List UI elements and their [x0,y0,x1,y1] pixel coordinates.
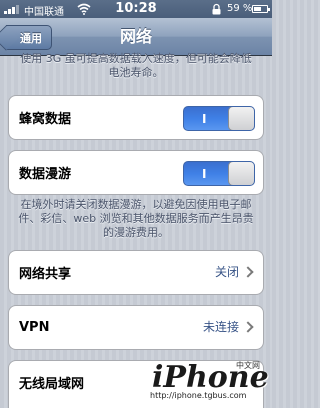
roaming-note: 在境外时请关闭数据漫游，以避免因使用电子邮件、彩信、web 浏览和其他数据服务而… [18,198,254,239]
tethering-row[interactable]: 网络共享 关闭 [9,251,263,294]
rotation-lock-icon [212,3,221,15]
battery-percentage: 59 % [227,3,253,14]
back-button-label: 通用 [20,31,42,45]
chevron-right-icon [242,266,254,278]
data-roaming-toggle[interactable]: I [183,161,255,186]
tethering-value: 关闭 [214,265,239,279]
cellular-data-row: 蜂窝数据 I [9,96,263,139]
battery-icon [252,5,270,13]
cellular-data-group: 蜂窝数据 I [8,95,264,140]
toggle-on-indicator: I [202,167,207,181]
navigation-bar: 网络 通用 [0,18,272,56]
wifi-row[interactable]: 无线局域网 [9,361,263,404]
data-roaming-label: 数据漫游 [19,167,72,182]
toggle-knob [228,162,254,185]
tethering-group: 网络共享 关闭 [8,250,264,295]
data-roaming-row: 数据漫游 I [9,151,263,194]
chevron-right-icon [242,321,254,333]
vpn-value: 未连接 [202,320,239,334]
vpn-row[interactable]: VPN 未连接 [9,306,263,349]
wifi-label: 无线局域网 [19,377,85,392]
toggle-on-indicator: I [202,112,207,126]
vpn-group: VPN 未连接 [8,305,264,350]
3g-note: 使用 3G 虽可提高数据载入速度，但可能会降低电池寿命。 [20,52,252,79]
vpn-label: VPN [19,320,50,335]
toggle-knob [228,107,254,130]
data-roaming-group: 数据漫游 I [8,150,264,195]
tethering-label: 网络共享 [19,267,72,282]
back-button[interactable]: 通用 [6,25,52,50]
cellular-data-label: 蜂窝数据 [19,112,72,127]
wifi-group: 无线局域网 [8,360,264,408]
status-bar: 中国联通 10:28 59 % [0,0,272,18]
cellular-data-toggle[interactable]: I [183,106,255,131]
